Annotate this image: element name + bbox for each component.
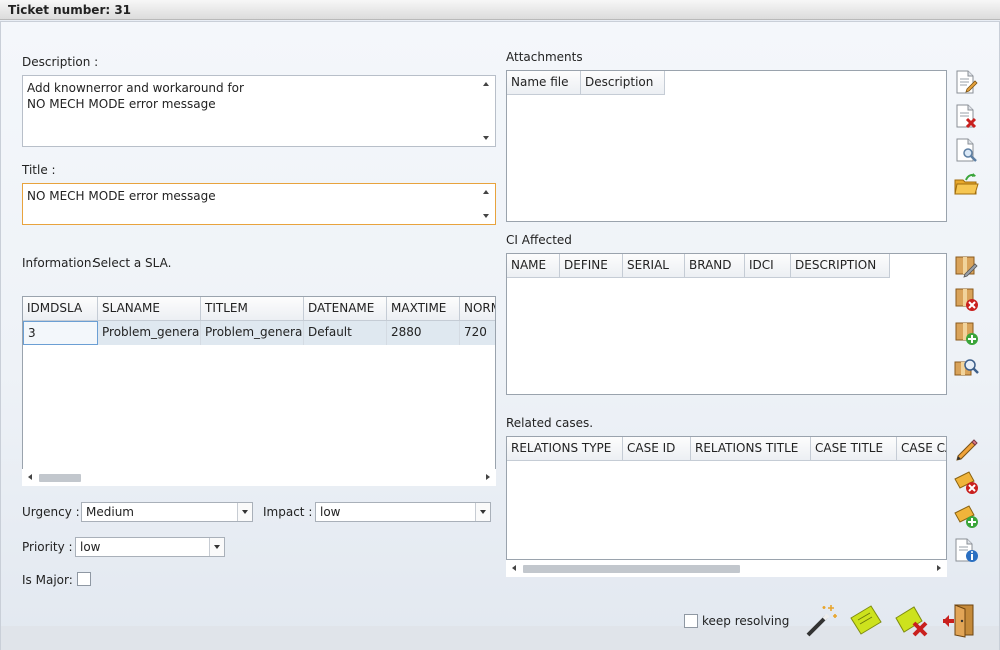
- scroll-right-arrow[interactable]: [937, 565, 941, 571]
- chevron-down-icon[interactable]: [237, 503, 252, 521]
- urgency-label: Urgency :: [22, 505, 80, 519]
- pencil-icon[interactable]: [953, 435, 979, 461]
- impact-label: Impact :: [263, 505, 313, 519]
- sla-col-titlem[interactable]: TITLEM: [201, 297, 304, 321]
- exit-door-icon[interactable]: [941, 602, 977, 638]
- table-row[interactable]: 3 Problem_general Problem_general Defaul…: [23, 321, 495, 345]
- information-label: Information:: [22, 256, 96, 270]
- sla-hscrollbar[interactable]: [22, 469, 496, 486]
- attachments-grid-header: Name file Description: [507, 71, 665, 95]
- ci-col-description[interactable]: DESCRIPTION: [791, 254, 890, 278]
- ticket-cancel-icon[interactable]: [894, 602, 930, 638]
- window-titlebar: Ticket number: 31: [0, 0, 1000, 20]
- window-title: Ticket number: 31: [8, 3, 132, 17]
- sla-cell-maxtime[interactable]: 2880: [387, 321, 460, 345]
- ci-affected-label: CI Affected: [506, 233, 572, 247]
- sla-cell-slaname[interactable]: Problem_general: [98, 321, 201, 345]
- ticket-form: Description : Add knownerror and workaro…: [0, 21, 1000, 650]
- scroll-left-arrow[interactable]: [512, 565, 516, 571]
- sla-grid[interactable]: IDMDSLA SLANAME TITLEM DATENAME MAXTIME …: [22, 296, 496, 470]
- related-col-case-ca[interactable]: CASE CA: [897, 437, 946, 461]
- ci-col-brand[interactable]: BRAND: [685, 254, 745, 278]
- related-hscrollbar[interactable]: [506, 560, 947, 577]
- sla-cell-idmdsla[interactable]: 3: [23, 321, 98, 345]
- priority-label: Priority :: [22, 540, 73, 554]
- sla-grid-header: IDMDSLA SLANAME TITLEM DATENAME MAXTIME …: [23, 297, 495, 321]
- scroll-left-arrow[interactable]: [28, 474, 32, 480]
- related-col-relations-type[interactable]: RELATIONS TYPE: [507, 437, 623, 461]
- related-col-relations-title[interactable]: RELATIONS TITLE: [691, 437, 811, 461]
- sla-cell-datename[interactable]: Default: [304, 321, 387, 345]
- priority-value: low: [80, 540, 101, 554]
- related-grid-header: RELATIONS TYPE CASE ID RELATIONS TITLE C…: [507, 437, 946, 461]
- title-scrollbar[interactable]: [479, 184, 495, 224]
- ticket-icon[interactable]: [849, 602, 885, 638]
- box-add-icon[interactable]: [953, 320, 979, 346]
- view-document-icon[interactable]: [953, 137, 979, 163]
- chevron-down-icon[interactable]: [209, 538, 224, 556]
- keep-resolving-checkbox[interactable]: [684, 614, 698, 628]
- sla-col-maxtime[interactable]: MAXTIME: [387, 297, 460, 321]
- scroll-right-arrow[interactable]: [486, 474, 490, 480]
- attachments-col-name[interactable]: Name file: [507, 71, 581, 95]
- ticket-add-icon[interactable]: [953, 503, 979, 529]
- ci-col-serial[interactable]: SERIAL: [623, 254, 685, 278]
- sla-col-idmdsla[interactable]: IDMDSLA: [23, 297, 98, 321]
- scroll-thumb[interactable]: [39, 474, 81, 482]
- attachments-label: Attachments: [506, 50, 583, 64]
- box-edit-icon[interactable]: [953, 252, 979, 278]
- sla-col-norm[interactable]: NORM: [460, 297, 495, 321]
- information-hint: Select a SLA.: [93, 256, 172, 270]
- ci-grid-header: NAME DEFINE SERIAL BRAND IDCI DESCRIPTIO…: [507, 254, 890, 278]
- sla-col-slaname[interactable]: SLANAME: [98, 297, 201, 321]
- ci-col-name[interactable]: NAME: [507, 254, 560, 278]
- related-cases-label: Related cases.: [506, 416, 594, 430]
- scroll-thumb[interactable]: [523, 565, 740, 573]
- description-scrollbar[interactable]: [479, 76, 495, 146]
- urgency-value: Medium: [86, 505, 134, 519]
- attachments-col-description[interactable]: Description: [581, 71, 665, 95]
- description-text: Add knownerror and workaround for NO MEC…: [27, 81, 244, 111]
- box-delete-icon[interactable]: [953, 286, 979, 312]
- sla-cell-norm[interactable]: 720: [460, 321, 495, 345]
- description-textarea[interactable]: Add knownerror and workaround for NO MEC…: [22, 75, 496, 147]
- ci-col-define[interactable]: DEFINE: [560, 254, 623, 278]
- sla-col-datename[interactable]: DATENAME: [304, 297, 387, 321]
- title-label: Title :: [22, 163, 56, 177]
- related-col-case-id[interactable]: CASE ID: [623, 437, 691, 461]
- ci-col-idci[interactable]: IDCI: [745, 254, 791, 278]
- magic-wand-icon[interactable]: [804, 602, 840, 638]
- title-textarea[interactable]: NO MECH MODE error message: [22, 183, 496, 225]
- description-label: Description :: [22, 55, 99, 69]
- attachments-grid[interactable]: Name file Description: [506, 70, 947, 222]
- delete-document-icon[interactable]: [953, 103, 979, 129]
- urgency-select[interactable]: Medium: [81, 502, 253, 522]
- impact-select[interactable]: low: [315, 502, 491, 522]
- document-info-icon[interactable]: [953, 537, 979, 563]
- ci-affected-grid[interactable]: NAME DEFINE SERIAL BRAND IDCI DESCRIPTIO…: [506, 253, 947, 395]
- open-folder-icon[interactable]: [953, 171, 979, 197]
- keep-resolving-label: keep resolving: [702, 614, 790, 628]
- ticket-delete-icon[interactable]: [953, 469, 979, 495]
- box-search-icon[interactable]: [953, 354, 979, 380]
- related-cases-grid[interactable]: RELATIONS TYPE CASE ID RELATIONS TITLE C…: [506, 436, 947, 560]
- related-col-case-title[interactable]: CASE TITLE: [811, 437, 897, 461]
- edit-document-icon[interactable]: [953, 69, 979, 95]
- chevron-down-icon[interactable]: [475, 503, 490, 521]
- is-major-checkbox[interactable]: [77, 572, 91, 586]
- impact-value: low: [320, 505, 341, 519]
- priority-select[interactable]: low: [75, 537, 225, 557]
- title-text: NO MECH MODE error message: [27, 189, 216, 203]
- sla-cell-titlem[interactable]: Problem_general: [201, 321, 304, 345]
- is-major-label: Is Major:: [22, 573, 73, 587]
